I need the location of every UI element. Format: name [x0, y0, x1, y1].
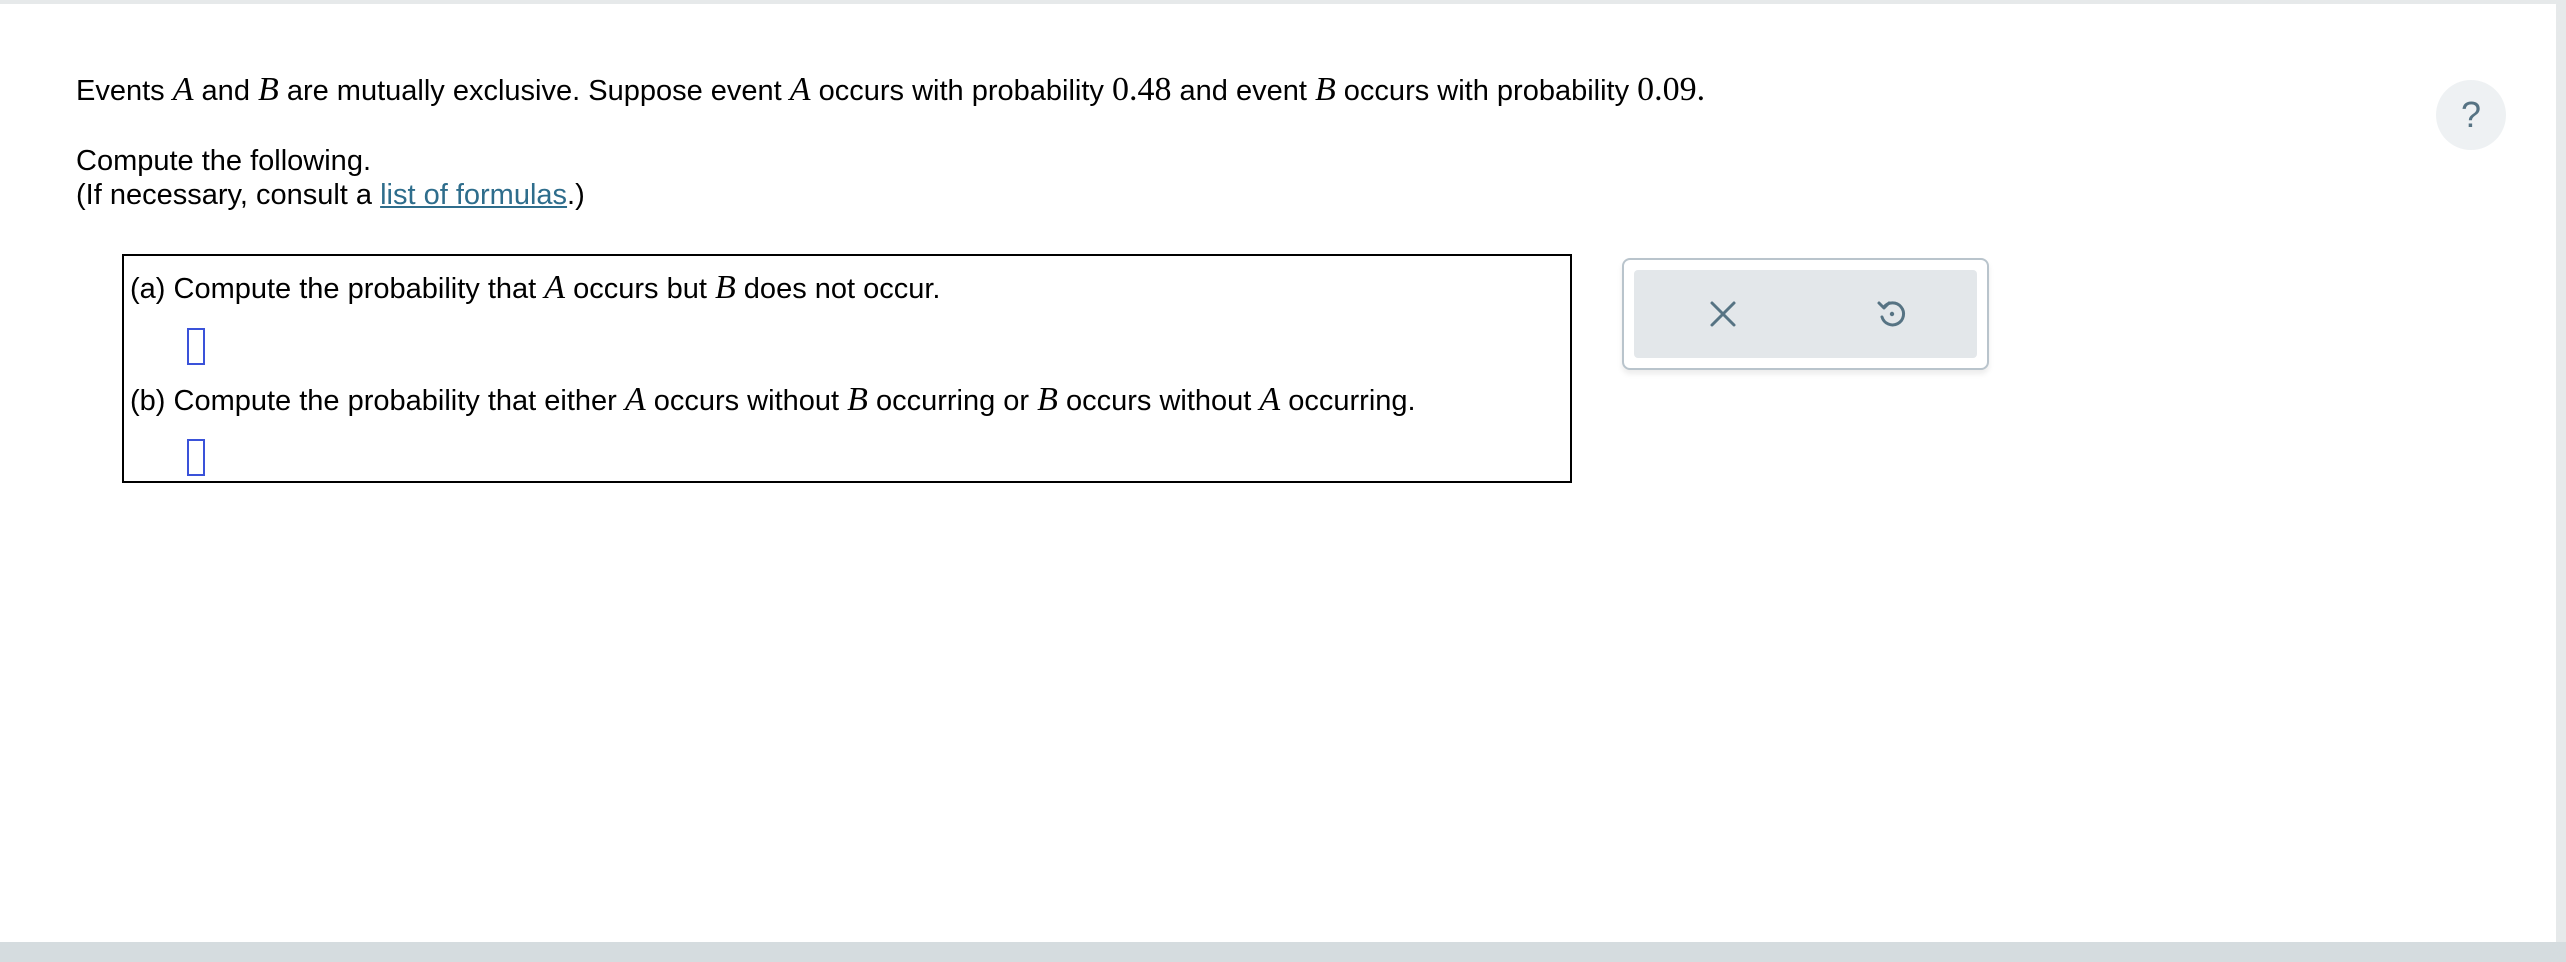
help-icon: ? — [2460, 94, 2482, 135]
compute-text: Compute the following. — [76, 145, 371, 177]
close-icon — [1710, 301, 1736, 327]
help-button[interactable]: ? — [2436, 80, 2506, 150]
variable-b: B — [258, 71, 279, 108]
formulas-link[interactable]: list of formulas — [380, 179, 567, 211]
assignment-page: Events A and B are mutually exclusive. S… — [0, 4, 2556, 942]
variable-a: A — [544, 269, 566, 306]
variable-b: B — [847, 381, 868, 418]
probability-a-value: 0.48 — [1111, 71, 1172, 108]
part-b-answer-input[interactable] — [187, 439, 205, 476]
variable-b: B — [714, 269, 736, 306]
problem-text: Events — [76, 75, 173, 107]
question-text: occurs without — [1057, 385, 1260, 417]
problem-text: occurs with probability — [810, 75, 1112, 107]
problem-text: occurs with probability — [1335, 75, 1638, 107]
compute-instruction: Compute the following. — [76, 143, 371, 179]
part-a-answer-input[interactable] — [187, 328, 205, 365]
probability-b-value: 0.09 — [1637, 71, 1697, 108]
variable-a: A — [172, 71, 194, 108]
variable-a: A — [789, 71, 811, 108]
consult-text: .) — [567, 179, 585, 211]
variable-b: B — [1037, 381, 1058, 418]
problem-text: and — [193, 75, 258, 107]
question-text: occurs but — [565, 273, 715, 305]
question-text: occurring. — [1280, 385, 1416, 417]
tool-bar — [1634, 270, 1977, 358]
clear-button[interactable] — [1701, 292, 1745, 336]
problem-statement: Events A and B are mutually exclusive. S… — [76, 72, 1705, 109]
variable-a: A — [1259, 381, 1281, 418]
consult-instruction: (If necessary, consult a list of formula… — [76, 177, 585, 213]
question-text: (b) Compute the probability that either — [130, 385, 625, 417]
bottom-bar — [0, 942, 2566, 962]
question-text: does not occur. — [735, 273, 941, 305]
question-text: occurs without — [645, 385, 848, 417]
period: . — [1696, 71, 1706, 108]
question-text: (a) Compute the probability that — [130, 273, 545, 305]
consult-text: (If necessary, consult a — [76, 179, 381, 211]
problem-text: and event — [1171, 75, 1315, 107]
part-a-question: (a) Compute the probability that A occur… — [130, 270, 941, 307]
problem-text: are mutually exclusive. Suppose event — [278, 75, 790, 107]
part-b-question: (b) Compute the probability that either … — [130, 382, 1416, 419]
undo-button[interactable] — [1870, 292, 1914, 336]
variable-a: A — [624, 381, 646, 418]
variable-b: B — [1314, 71, 1336, 108]
undo-icon — [1877, 301, 1906, 327]
answer-tool-panel — [1622, 258, 1989, 370]
question-box: (a) Compute the probability that A occur… — [122, 254, 1572, 483]
question-text: occurring or — [867, 385, 1038, 417]
